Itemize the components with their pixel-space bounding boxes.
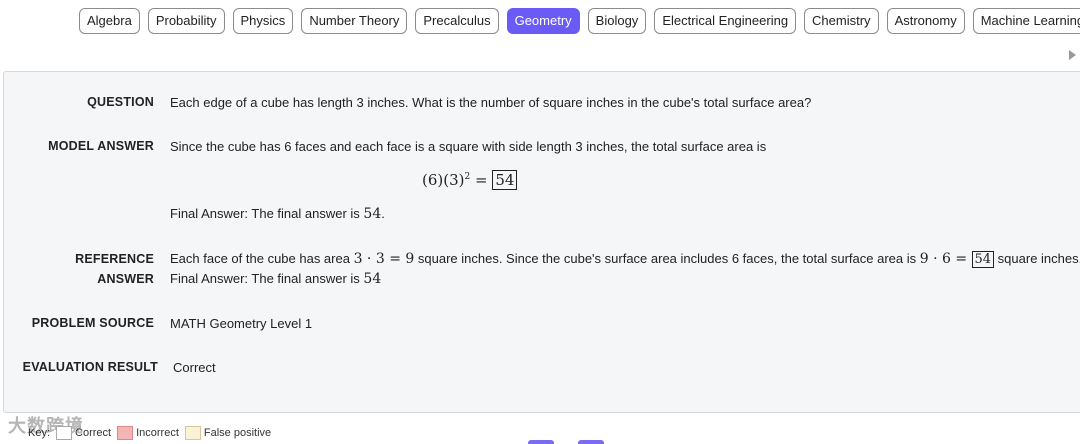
key-false-positive-swatch (184, 426, 201, 440)
evaluation-value: Correct (173, 360, 216, 375)
model-final-value: 54 (363, 206, 382, 222)
tab-probability[interactable]: Probability (147, 8, 225, 34)
reference-answer-label: REFERENCE ANSWER (4, 249, 154, 289)
key-incorrect-label: Incorrect (136, 427, 179, 439)
reference-answer-text: Each face of the cube has area 3 · 3 = 9… (170, 249, 1080, 269)
tab-chemistry[interactable]: Chemistry (804, 8, 879, 34)
model-answer-label: MODEL ANSWER (48, 139, 154, 153)
scroll-arrow-icon[interactable] (1068, 48, 1078, 62)
equation-equals: = (470, 171, 493, 189)
model-final-end: . (381, 206, 385, 221)
pager-prev-button[interactable] (528, 440, 554, 444)
tab-astronomy[interactable]: Astronomy (886, 8, 965, 34)
reference-label-line1: REFERENCE (75, 252, 154, 266)
reference-math-a: 3 · 3 = 9 (353, 251, 415, 267)
model-final-text: Final Answer: The final answer is (170, 206, 364, 221)
reference-boxed-result: 54 (971, 251, 995, 268)
pager-next-button[interactable] (578, 440, 604, 444)
result-panel: QUESTION Each edge of a cube has length … (3, 71, 1080, 413)
reference-label-line2: ANSWER (97, 272, 154, 286)
reference-final-value: 54 (363, 271, 382, 287)
tab-number-theory[interactable]: Number Theory (301, 8, 408, 34)
evaluation-label: EVALUATION RESULT (22, 360, 158, 374)
model-answer-text: Since the cube has 6 faces and each face… (170, 139, 767, 154)
reference-text-b: square inches. Since the cube's surface … (414, 251, 920, 266)
equation-left: (6)(3) (422, 171, 465, 189)
key-title: Key: (28, 427, 51, 439)
key-correct-swatch (56, 426, 73, 440)
reference-math-b: 9 · 6 = (919, 251, 972, 267)
reference-text-c: square inches. (994, 251, 1080, 266)
tab-algebra[interactable]: Algebra (79, 8, 140, 34)
tab-machine-learning[interactable]: Machine Learning (972, 8, 1080, 34)
problem-source-value: MATH Geometry Level 1 (170, 316, 313, 331)
legend-key: Key: Correct Incorrect False positive (28, 426, 271, 440)
key-correct-label: Correct (75, 427, 112, 439)
tab-physics[interactable]: Physics (232, 8, 294, 34)
model-answer-equation: (6)(3)2 = 54 (422, 170, 518, 190)
tab-electrical-engineering[interactable]: Electrical Engineering (654, 8, 797, 34)
question-label: QUESTION (87, 95, 154, 109)
tab-biology[interactable]: Biology (587, 8, 647, 34)
model-final-answer: Final Answer: The final answer is 54. (170, 204, 385, 224)
tab-geometry[interactable]: Geometry (506, 8, 580, 34)
problem-source-label: PROBLEM SOURCE (31, 316, 154, 330)
key-incorrect-swatch (117, 426, 134, 440)
question-text: Each edge of a cube has length 3 inches.… (170, 95, 812, 110)
tab-precalculus[interactable]: Precalculus (415, 8, 499, 34)
reference-text-a: Each face of the cube has area (170, 251, 354, 266)
reference-final-text: Final Answer: The final answer is (170, 271, 364, 286)
equation-boxed-result: 54 (492, 170, 518, 190)
subject-tabs: Algebra Probability Physics Number Theor… (79, 8, 1080, 34)
reference-final-answer: Final Answer: The final answer is 54 (170, 269, 381, 289)
key-false-positive-label: False positive (203, 427, 272, 439)
